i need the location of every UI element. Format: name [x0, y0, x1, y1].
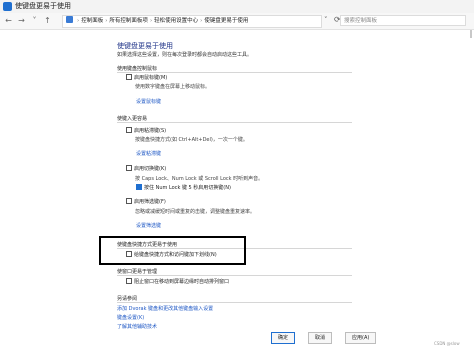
- section-divider: [117, 302, 352, 303]
- page-subtitle: 如果选择这些设置，则在每次登录时都会自动启动这些工具。: [117, 52, 253, 58]
- section-heading-windows: 使窗口更易于管理: [117, 269, 158, 275]
- mouse-keys-option[interactable]: 启用鼠标键(M): [126, 74, 167, 81]
- mouse-keys-settings-link[interactable]: 设置鼠标键: [136, 98, 161, 105]
- breadcrumb-item[interactable]: 控制面板: [81, 18, 103, 24]
- toggle-keys-option[interactable]: 启用切换键(K): [126, 165, 166, 172]
- breadcrumb-item[interactable]: 使键盘更易于使用: [204, 18, 248, 24]
- section-divider: [117, 72, 352, 73]
- section-heading-typing: 使键入更容易: [117, 116, 148, 122]
- title-bar: 使键盘更易于使用: [0, 0, 474, 13]
- dvorak-keyboard-link[interactable]: 添加 Dvorak 键盘和更改其他键盘输入设置: [117, 305, 213, 312]
- sticky-keys-label: 启用粘滞键(S): [134, 128, 167, 134]
- sticky-keys-description: 按键盘快捷方式(如 Ctrl+Alt+Del)，一次一个键。: [135, 137, 248, 143]
- address-bar: ← → ˅ ↑ › 控制面板 › 所有控制面板项 › 轻松使用设置中心 › 使键盘更易于使用 …: [0, 13, 474, 30]
- highlight-box: [99, 236, 246, 265]
- apply-button[interactable]: 应用(A): [345, 332, 377, 344]
- filter-keys-settings-link[interactable]: 设置筛选键: [136, 222, 161, 229]
- breadcrumb-item[interactable]: 所有控制面板项: [109, 18, 148, 24]
- scrollbar-thumb[interactable]: [470, 30, 472, 38]
- breadcrumb[interactable]: › 控制面板 › 所有控制面板项 › 轻松使用设置中心 › 使键盘更易于使用: [62, 15, 322, 28]
- prevent-arrange-option[interactable]: 阻止窗口在移动到屏幕边缘时自动排列窗口: [126, 278, 229, 285]
- cancel-button[interactable]: 取消: [308, 332, 333, 344]
- section-heading-see-also: 另请参阅: [117, 296, 138, 302]
- filter-keys-description: 忽略或减缓短时间或重复的击键，调整键盘重复速率。: [135, 209, 256, 215]
- toggle-keys-numlock-option[interactable]: 按住 Num Lock 键 5 秒启用切换键(N): [136, 184, 231, 191]
- forward-arrow-icon[interactable]: →: [16, 16, 27, 26]
- keyboard-app-icon: [3, 2, 12, 11]
- search-input[interactable]: 搜索控制面板: [340, 15, 466, 26]
- mouse-keys-checkbox[interactable]: [126, 74, 132, 80]
- mouse-keys-description: 使用数字键盘在屏幕上移动鼠标。: [135, 84, 211, 90]
- keyboard-settings-link[interactable]: 键盘设置(K): [117, 314, 144, 321]
- toggle-keys-numlock-label: 按住 Num Lock 键 5 秒启用切换键(N): [144, 185, 231, 191]
- breadcrumb-item[interactable]: 轻松使用设置中心: [154, 18, 198, 24]
- toggle-keys-checkbox[interactable]: [126, 165, 132, 171]
- sticky-keys-settings-link[interactable]: 设置粘滞键: [136, 150, 161, 157]
- mouse-keys-label: 启用鼠标键(M): [134, 75, 168, 81]
- toggle-keys-description: 按 Caps Lock、Num Lock 或 Scroll Lock 时听到声音…: [135, 176, 264, 182]
- section-divider: [117, 122, 352, 123]
- ok-button[interactable]: 确定: [271, 332, 296, 344]
- window-title: 使键盘更易于使用: [15, 2, 71, 10]
- filter-keys-checkbox[interactable]: [126, 198, 132, 204]
- sticky-keys-checkbox[interactable]: [126, 127, 132, 133]
- watermark: CSDN @slow: [434, 341, 460, 346]
- address-history-chevron-icon[interactable]: ˅: [324, 16, 328, 24]
- dropdown-chevron-icon[interactable]: ˅: [29, 16, 40, 26]
- assistive-tech-link[interactable]: 了解其他辅助技术: [117, 323, 157, 330]
- control-panel-icon: [66, 16, 73, 23]
- prevent-arrange-checkbox[interactable]: [126, 278, 132, 284]
- section-heading-mouse: 使用键盘控制鼠标: [117, 66, 158, 72]
- toggle-keys-label: 启用切换键(K): [134, 166, 167, 172]
- sticky-keys-option[interactable]: 启用粘滞键(S): [126, 127, 166, 134]
- section-divider: [117, 275, 352, 276]
- page-title: 使键盘更易于使用: [117, 42, 173, 50]
- prevent-arrange-label: 阻止窗口在移动到屏幕边缘时自动排列窗口: [134, 279, 230, 285]
- toggle-keys-numlock-checkbox[interactable]: [136, 184, 142, 190]
- main-content: 使键盘更易于使用 如果选择这些设置，则在每次登录时都会自动启动这些工具。 使用键…: [0, 30, 474, 330]
- filter-keys-option[interactable]: 启用筛选键(F): [126, 198, 166, 205]
- back-arrow-icon[interactable]: ←: [3, 16, 14, 26]
- up-arrow-icon[interactable]: ↑: [42, 16, 53, 26]
- filter-keys-label: 启用筛选键(F): [134, 199, 166, 205]
